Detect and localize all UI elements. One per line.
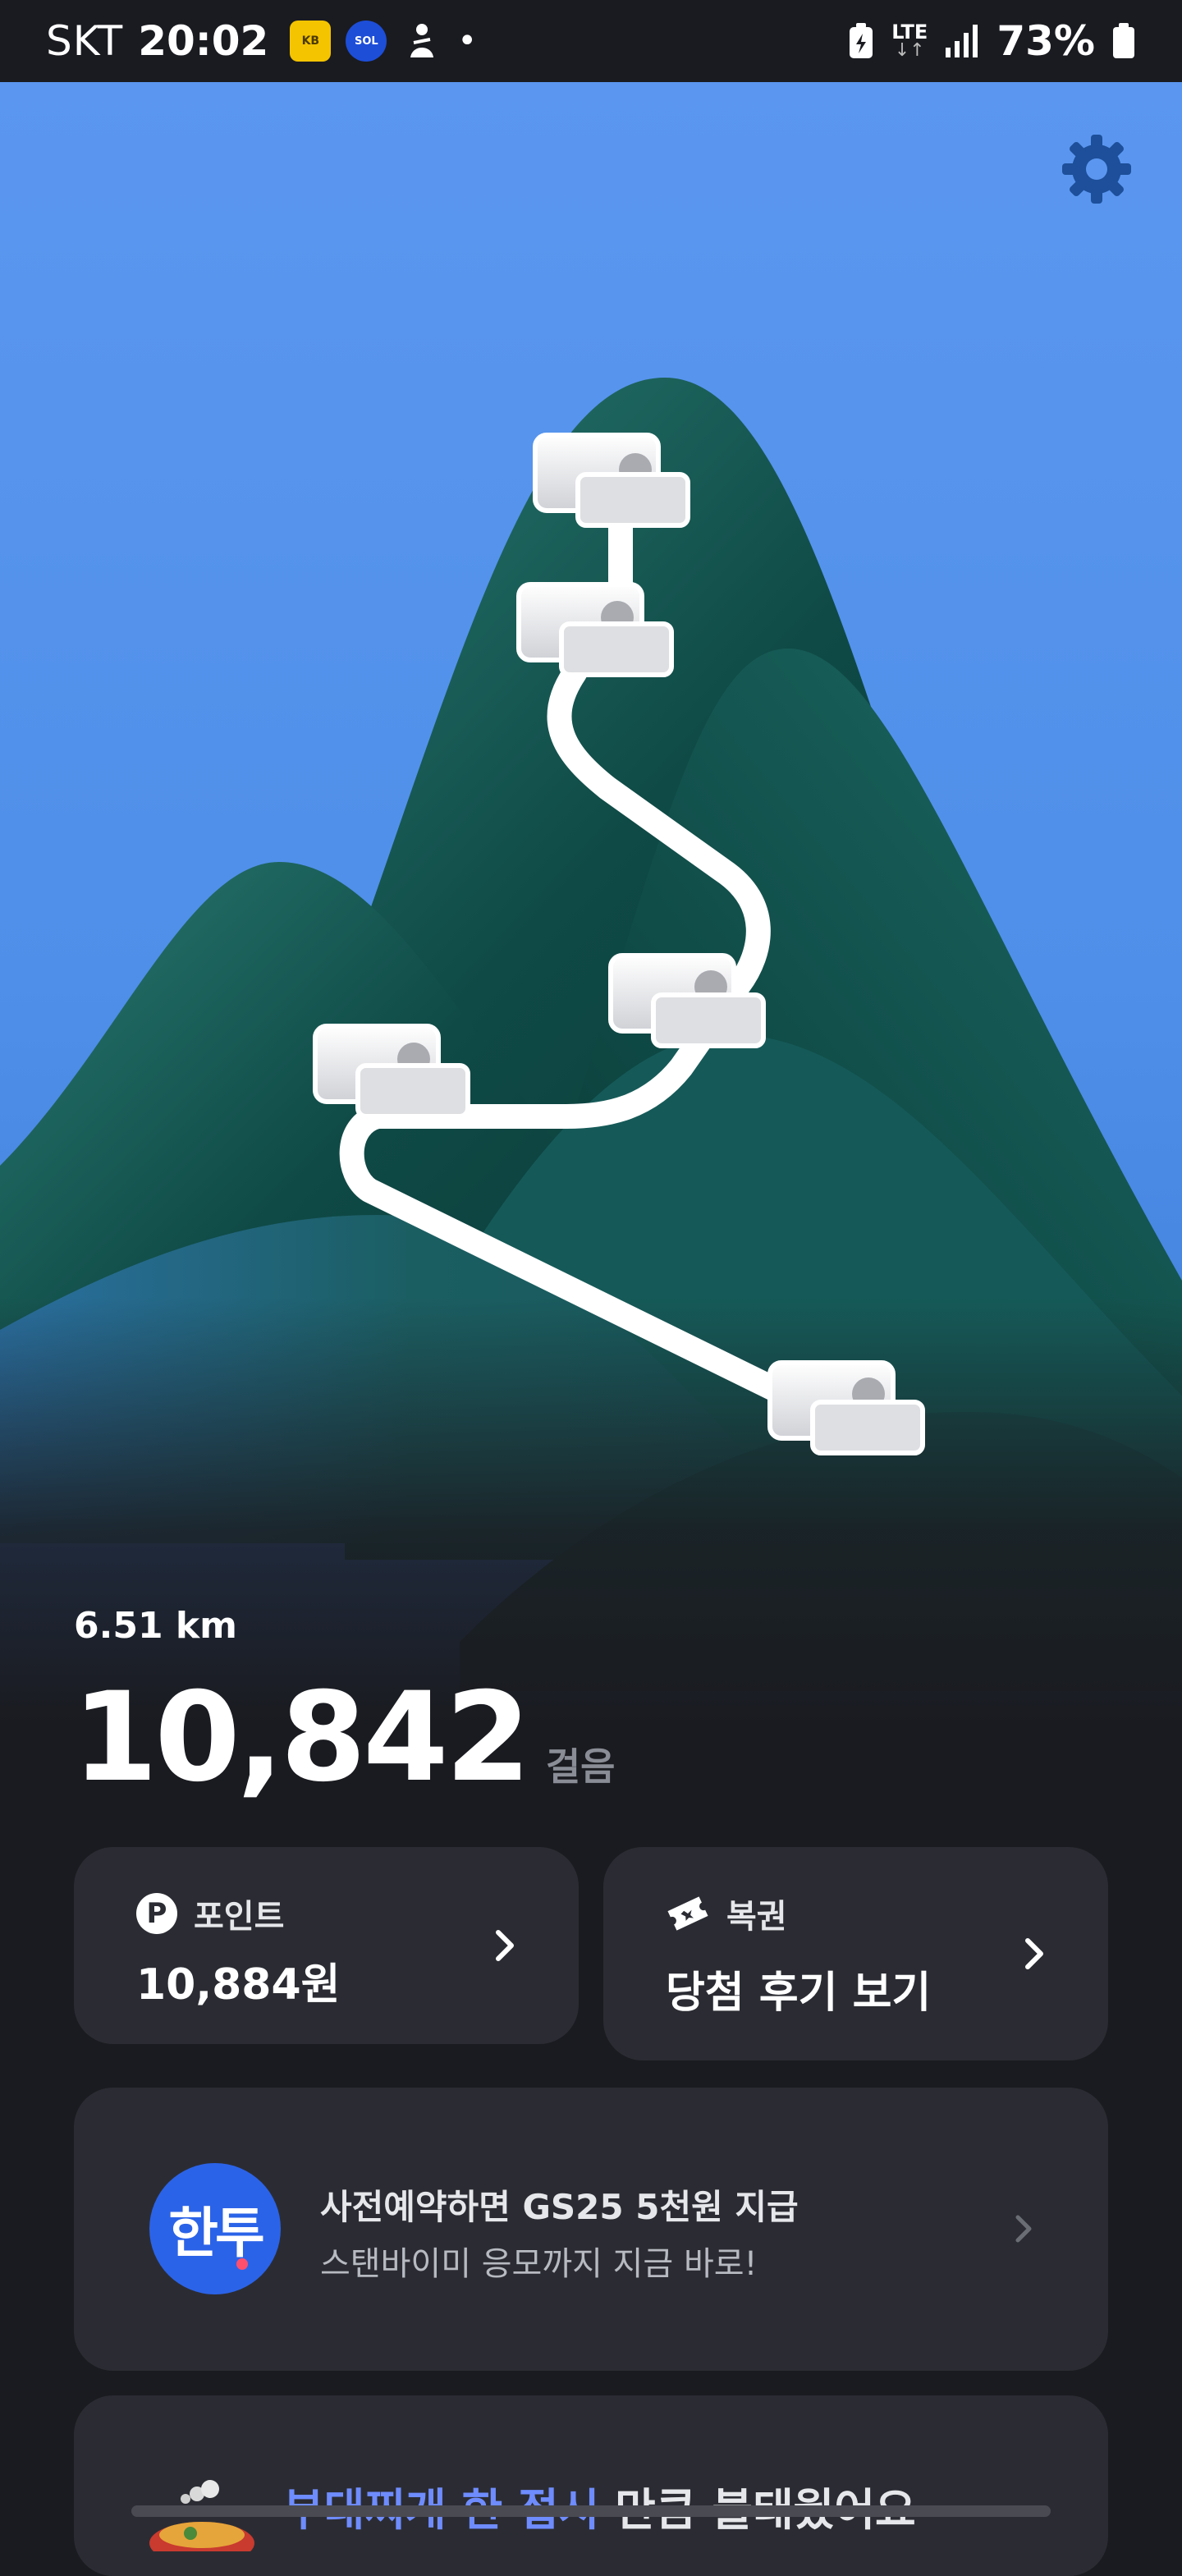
step-count: 10,842 <box>72 1666 531 1809</box>
status-left: SKT 20:02 KB SOL • <box>46 17 477 65</box>
lottery-label-row: 복권 <box>666 1890 787 1937</box>
points-label-row: P 포인트 <box>136 1890 284 1937</box>
p-icon: P <box>136 1893 177 1934</box>
scroll-indicator <box>131 2505 1051 2517</box>
status-right: LTE ↓↑ 73% <box>847 17 1136 65</box>
steps-row: 10,842 걸음 <box>72 1666 615 1809</box>
gear-icon <box>1062 135 1131 204</box>
bottom-fade <box>0 1297 1182 1724</box>
promo-banner[interactable]: 한투 사전예약하면 GS25 5천원 지급 스탠바이미 응모까지 지금 바로! <box>74 2088 1108 2371</box>
points-value: 10,884원 <box>136 1960 341 2010</box>
hantoo-logo-text: 한투 <box>168 2202 264 2265</box>
lte-arrows: ↓↑ <box>894 40 925 61</box>
signal-icon <box>946 25 978 57</box>
distance-label: 6.51 km <box>74 1605 237 1647</box>
lte-label: LTE <box>891 21 928 44</box>
chevron-right-icon <box>496 1930 514 1961</box>
status-bar: SKT 20:02 KB SOL • LTE ↓↑ 73% <box>0 0 1182 82</box>
lottery-label: 복권 <box>726 1898 787 1936</box>
ticket-icon <box>667 1896 708 1931</box>
super-sol-app-icon: SOL <box>346 21 387 62</box>
settings-button[interactable] <box>1057 130 1136 209</box>
lottery-value: 당첨 후기 보기 <box>666 1969 932 2018</box>
promo-subtitle: 스탠바이미 응모까지 지금 바로! <box>320 2245 758 2283</box>
chevron-right-icon <box>1025 1938 1043 1969</box>
chevron-right-icon <box>1015 2215 1032 2243</box>
battery-saver-icon <box>850 23 873 58</box>
step-unit: 걸음 <box>545 1744 616 1789</box>
hero-illustration <box>0 82 1182 1724</box>
logo-dot <box>236 2258 248 2270</box>
hantoo-logo: 한투 <box>149 2163 281 2294</box>
lottery-card[interactable]: 복권 당첨 후기 보기 <box>603 1847 1108 2060</box>
person-glyph <box>410 24 434 57</box>
mountain-scene <box>0 82 1182 1724</box>
points-label: 포인트 <box>194 1898 285 1936</box>
carrier-label: SKT <box>46 17 124 65</box>
notification-dot: • <box>457 22 477 60</box>
lte-icon: LTE ↓↑ <box>891 22 928 60</box>
promo-title: 사전예약하면 GS25 5천원 지급 <box>320 2187 799 2227</box>
points-card[interactable]: P 포인트 10,884원 <box>74 1847 579 2044</box>
person-app-icon <box>401 21 442 62</box>
clock: 20:02 <box>138 17 269 65</box>
battery-percent: 73% <box>996 17 1095 65</box>
kb-bank-app-icon: KB <box>290 21 332 62</box>
battery-icon <box>1113 23 1134 58</box>
calorie-card[interactable]: 부대찌개 한 접시 만큼 불태웠어요 <box>74 2395 1108 2576</box>
